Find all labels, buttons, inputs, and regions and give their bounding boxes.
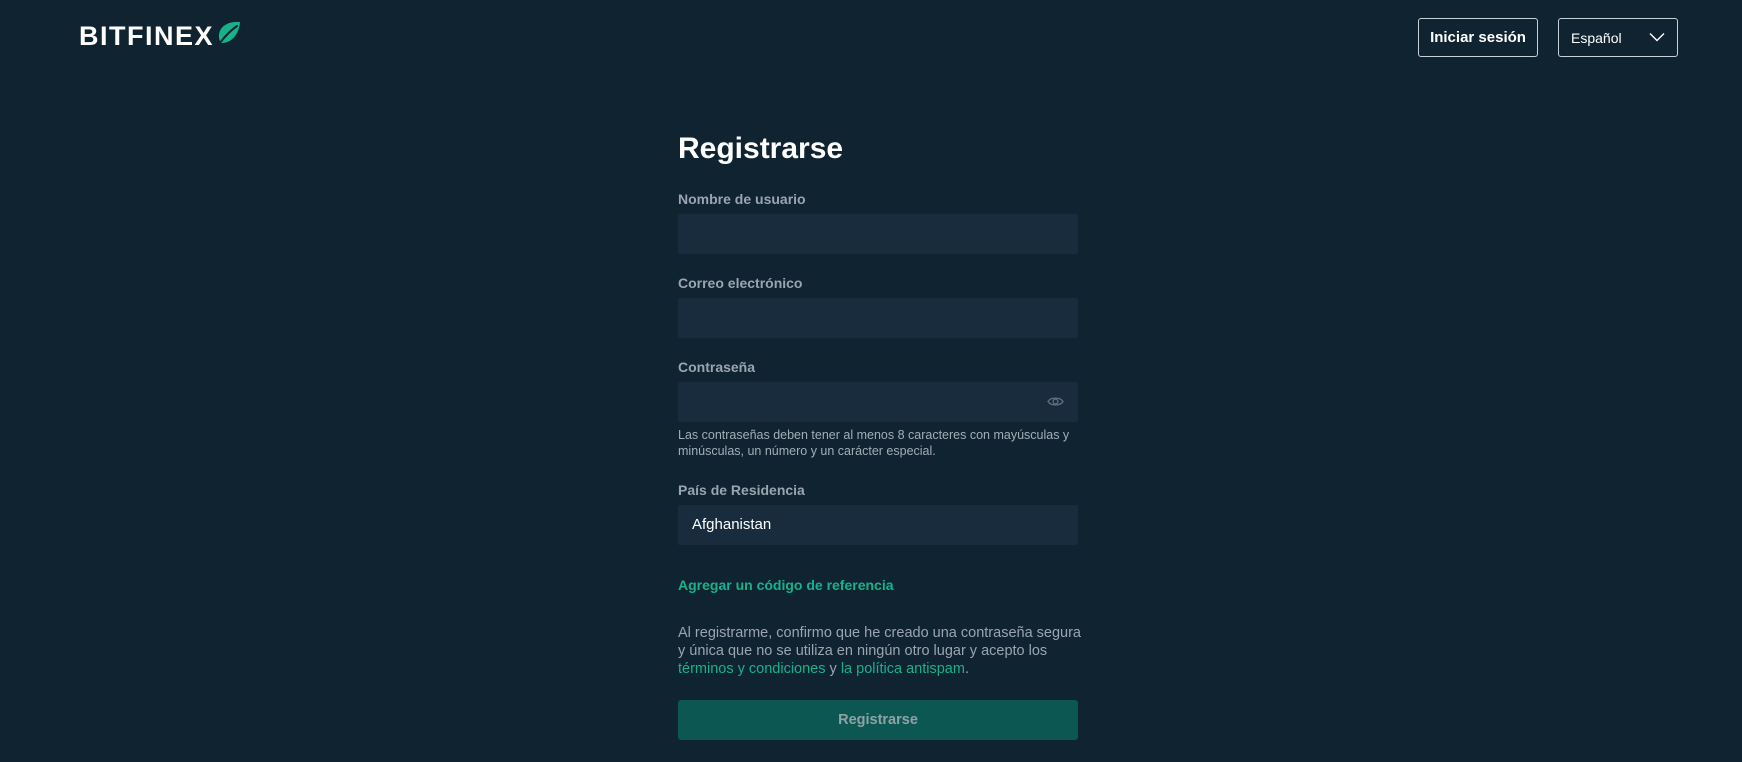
consent-text: Al registrarme, confirmo que he creado u… [678, 624, 1088, 678]
email-label: Correo electrónico [678, 275, 803, 291]
email-field-container [678, 298, 1078, 338]
language-select-value: Español [1571, 29, 1622, 46]
antispam-policy-link[interactable]: la política antispam [841, 661, 965, 677]
leaf-icon [216, 20, 242, 51]
add-referral-code-link[interactable]: Agregar un código de referencia [678, 576, 894, 594]
consent-connector: y [825, 661, 841, 677]
brand-wordmark: BITFINEX [79, 21, 215, 51]
terms-link[interactable]: términos y condiciones [678, 661, 826, 677]
language-select[interactable]: Español [1558, 18, 1678, 57]
consent-text-after: . [964, 661, 969, 677]
password-hint: Las contraseñas deben tener al menos 8 c… [678, 428, 1070, 458]
password-label: Contraseña [678, 359, 756, 375]
page-title: Registrarse [678, 132, 844, 165]
consent-text-before: Al registrarme, confirmo que he creado u… [678, 625, 1081, 659]
username-field-container [678, 214, 1078, 254]
country-select[interactable]: Afghanistan [678, 505, 1078, 545]
username-label: Nombre de usuario [678, 191, 806, 207]
brand-logo[interactable]: BITFINEX [79, 20, 242, 51]
register-button[interactable]: Registrarse [678, 700, 1078, 740]
top-header: BITFINEX Iniciar sesión Español [0, 0, 1742, 80]
chevron-down-icon [1649, 33, 1665, 42]
username-field[interactable] [678, 214, 1078, 254]
country-select-value: Afghanistan [692, 516, 772, 533]
email-field[interactable] [678, 298, 1078, 338]
country-label: País de Residencia [678, 482, 805, 498]
password-field[interactable] [678, 382, 1078, 422]
login-button[interactable]: Iniciar sesión [1418, 18, 1538, 57]
eye-icon[interactable] [1047, 395, 1064, 408]
password-field-container [678, 382, 1078, 422]
